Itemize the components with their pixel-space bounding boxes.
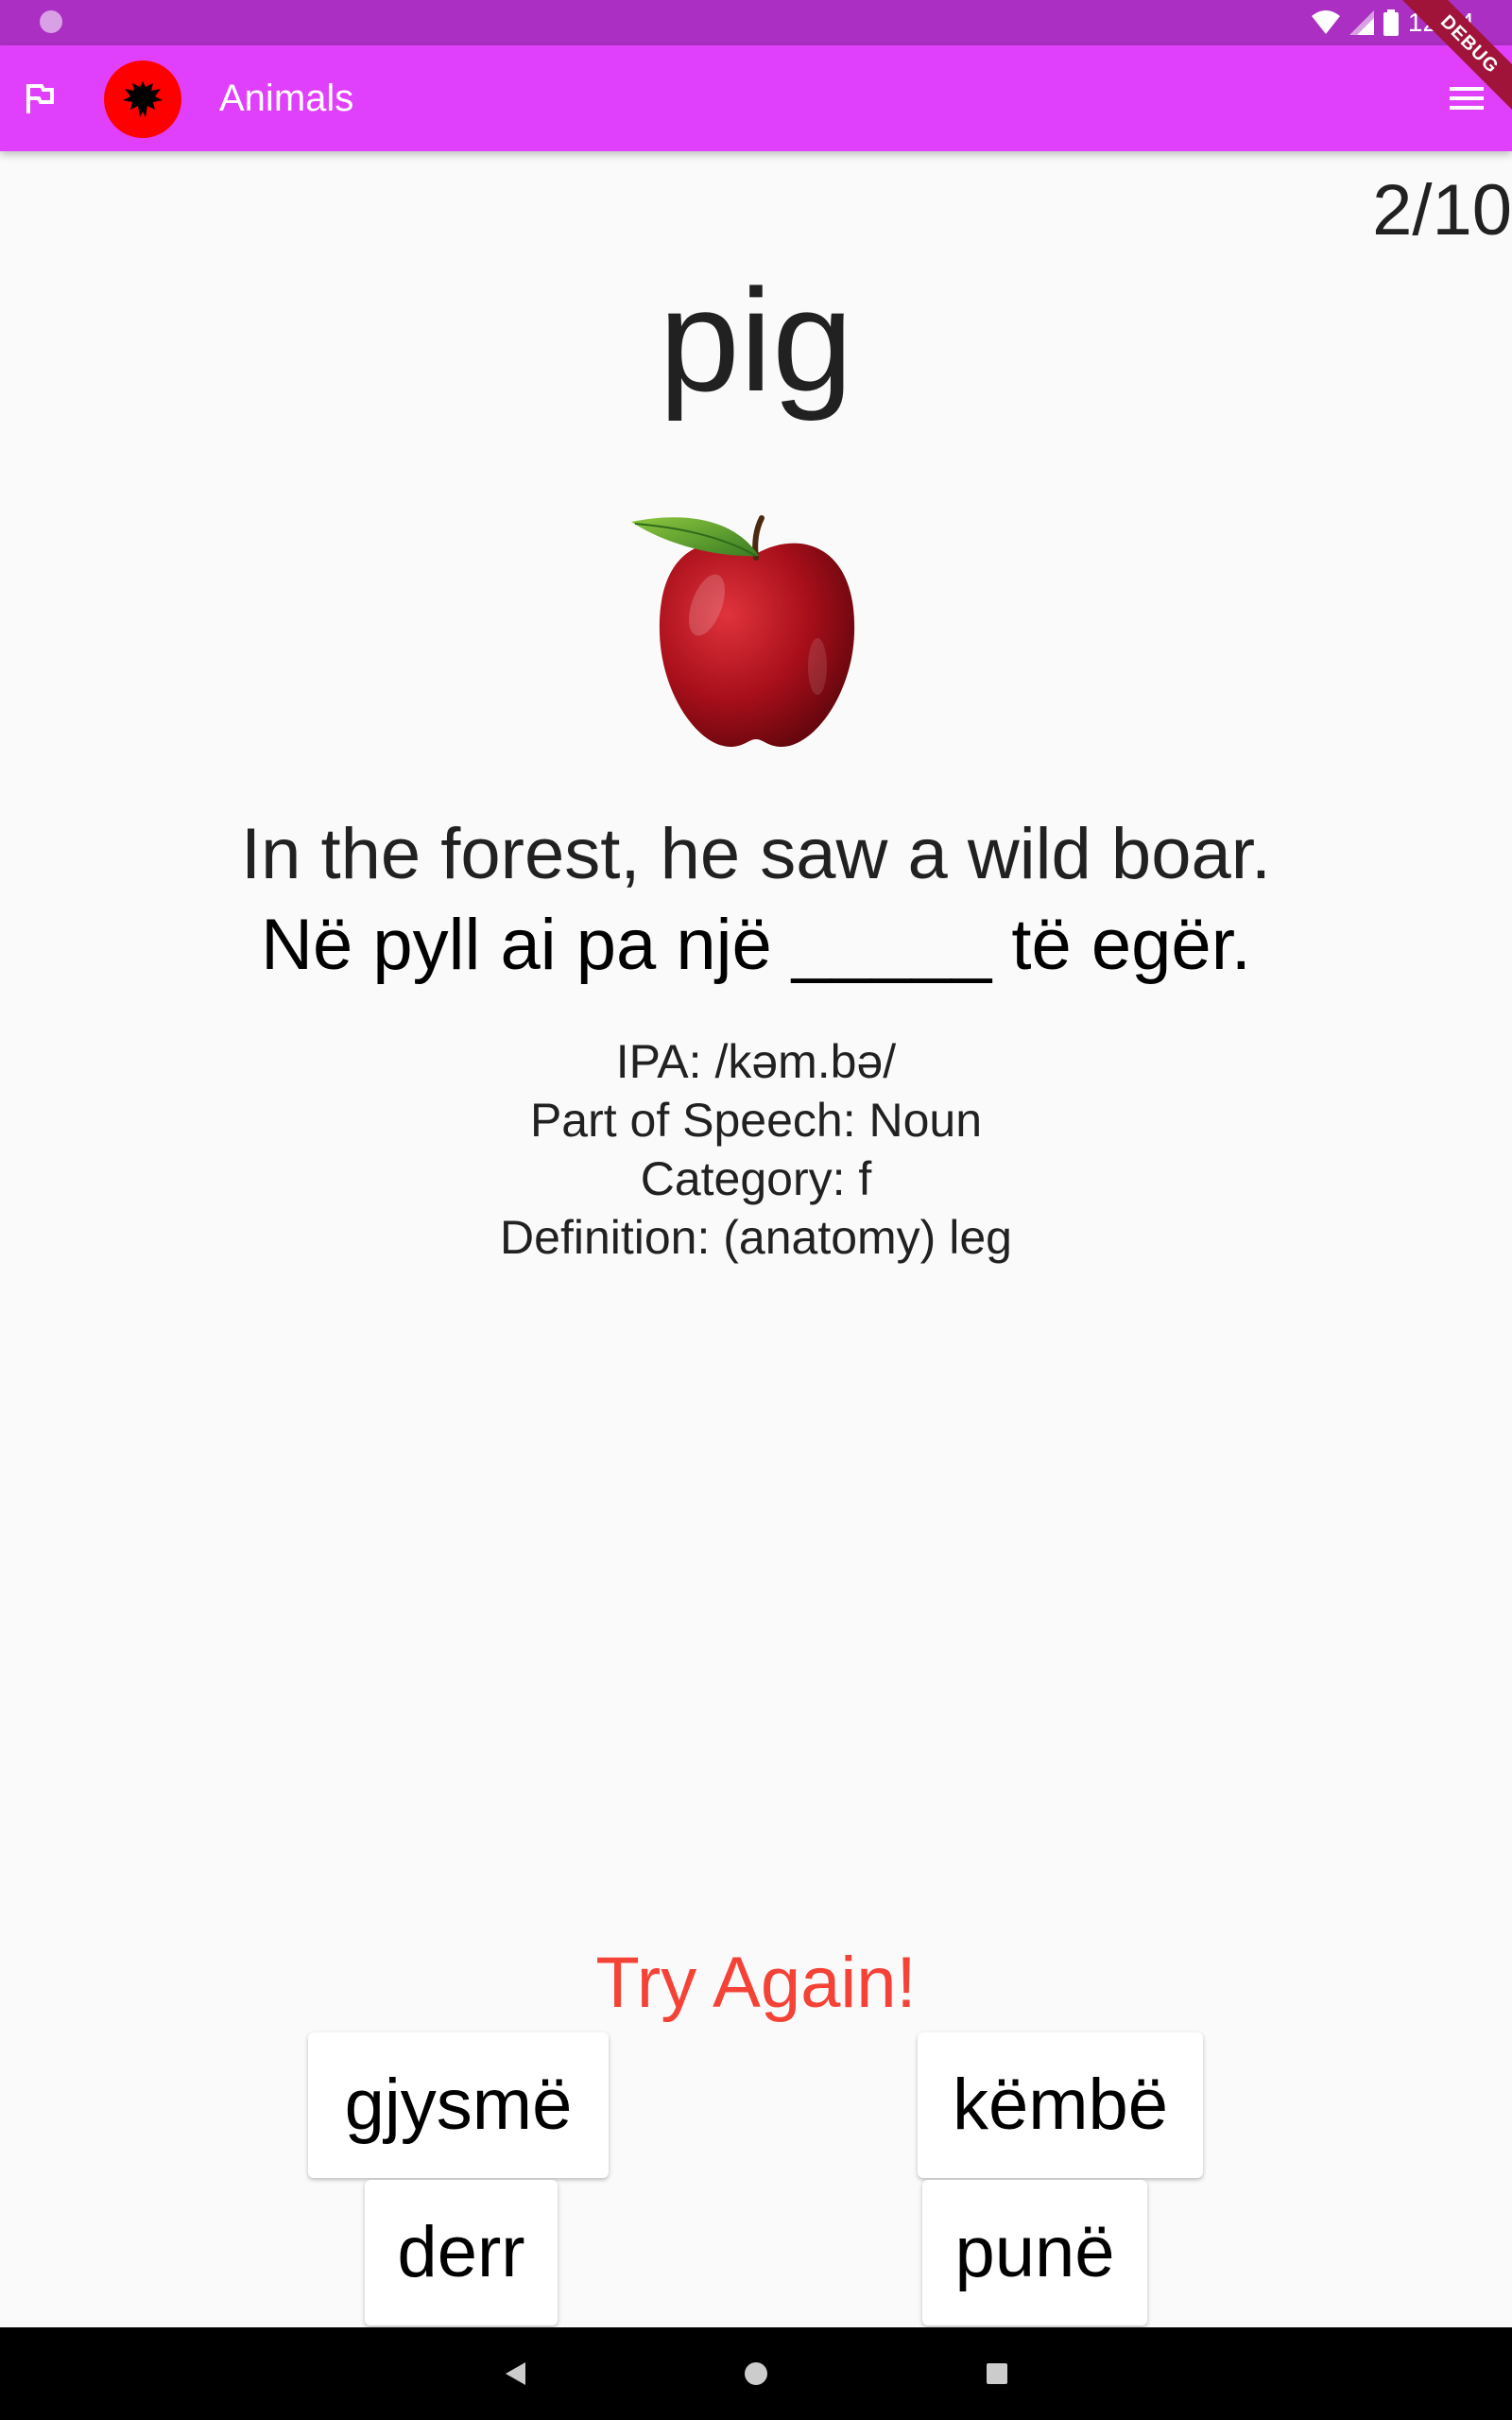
category-text: Category: f	[640, 1152, 872, 1205]
definition-text: Definition: (anatomy) leg	[500, 1211, 1012, 1264]
recents-square-icon	[987, 2363, 1007, 2384]
menu-icon	[1450, 87, 1484, 110]
language-flag-avatar[interactable]	[104, 60, 181, 138]
sentence-english: In the forest, he saw a wild boar.	[241, 814, 1271, 894]
screen: 12:14 DEBUG Animals 2/10 pig	[0, 0, 1512, 2420]
word-details: IPA: /kəm.bə/ Part of Speech: Noun Categ…	[0, 1032, 1512, 1267]
flag-button[interactable]	[13, 72, 66, 125]
navigation-bar	[0, 2327, 1512, 2420]
signal-icon	[1349, 10, 1374, 35]
app-bar: Animals	[0, 45, 1512, 151]
albania-eagle-icon	[123, 81, 163, 117]
back-button[interactable]	[491, 2350, 539, 2397]
home-circle-icon	[745, 2362, 767, 2385]
app-title: Animals	[219, 78, 354, 119]
sentence-albanian: Në pyll ai pa një _____ të egër.	[261, 905, 1251, 985]
flag-icon	[26, 84, 54, 113]
status-bar: 12:14	[0, 0, 1512, 45]
choice-button-pune[interactable]: punë	[922, 2180, 1147, 2325]
wifi-icon	[1311, 10, 1340, 34]
feedback-message: Try Again!	[595, 1943, 917, 2023]
recents-button[interactable]	[973, 2350, 1021, 2397]
apple-image	[631, 515, 855, 748]
choice-button-derr[interactable]: derr	[365, 2180, 558, 2325]
quiz-word: pig	[659, 259, 853, 422]
home-button[interactable]	[732, 2350, 780, 2397]
ipa-text: IPA: /kəm.bə/	[615, 1035, 897, 1088]
back-triangle-icon	[506, 2362, 525, 2385]
choice-button-kembe[interactable]: këmbë	[918, 2032, 1203, 2178]
battery-icon	[1383, 9, 1399, 36]
part-of-speech-text: Part of Speech: Noun	[529, 1094, 983, 1147]
notification-dot-icon	[40, 10, 62, 33]
choice-button-gjysme[interactable]: gjysmë	[308, 2032, 609, 2178]
progress-counter: 2/10	[1372, 170, 1512, 251]
